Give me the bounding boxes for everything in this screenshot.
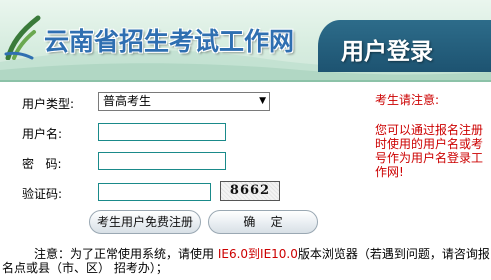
logo-icon: [4, 15, 41, 60]
login-title: 用户登录: [341, 39, 433, 65]
notice-panel: 考生请注意: 您可以通过报名注册时使用的用户名或考号作为用户名登录工作网!: [375, 93, 485, 179]
footer-note-prefix: 注意：为了正常使用系统，请使用: [34, 247, 218, 261]
password-label: 密 码:: [22, 157, 62, 171]
header-banner: 云南省招生考试工作网 用户登录: [0, 0, 491, 82]
user-type-select[interactable]: 普高考生 ▼: [98, 92, 270, 111]
username-input[interactable]: [98, 123, 226, 141]
captcha-label: 验证码:: [22, 187, 63, 201]
register-button[interactable]: 考生用户免费注册: [89, 210, 201, 234]
confirm-button[interactable]: 确 定: [208, 210, 318, 234]
password-input[interactable]: [98, 152, 226, 170]
user-type-label: 用户类型:: [22, 97, 75, 111]
captcha-image[interactable]: 8662: [220, 181, 280, 201]
site-title: 云南省招生考试工作网: [44, 27, 295, 56]
notice-title: 考生请注意:: [375, 93, 440, 107]
footer-browser-version: IE6.0到IE10.0: [217, 247, 298, 261]
notice-body: 您可以通过报名注册时使用的用户名或考号作为用户名登录工作网!: [375, 123, 484, 179]
captcha-input[interactable]: [98, 183, 211, 201]
footer-note: 注意：为了正常使用系统，请使用 IE6.0到IE10.0版本浏览器（若遇到问题，…: [2, 247, 490, 275]
user-type-selected-value: 普高考生: [103, 94, 152, 108]
username-label: 用户名:: [22, 127, 63, 141]
banner-divider: [0, 80, 491, 82]
chevron-down-icon: ▼: [259, 96, 266, 106]
